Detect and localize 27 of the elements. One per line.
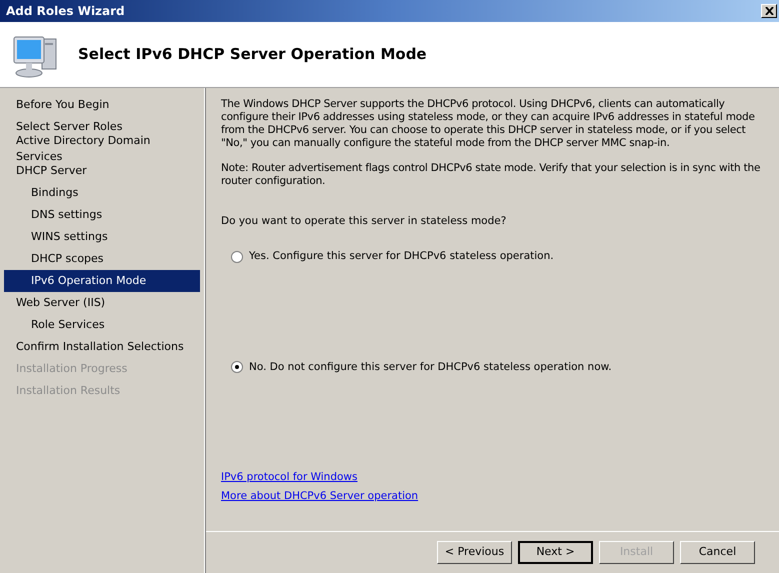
sidebar-item[interactable]: WINS settings [4,226,200,248]
close-button[interactable] [761,4,777,18]
note-text: Note: Router advertisement flags control DHCPv6 state mode. Verify that your selection is in sync with the router configuration. [221,162,762,188]
page-title: Select IPv6 DHCP Server Operation Mode [78,44,427,66]
help-link[interactable]: IPv6 protocol for Windows [221,470,358,486]
wizard-button[interactable]: Cancel [680,541,755,564]
option-label[interactable]: Yes. Configure this server for DHCPv6 stateless operation. [249,248,554,264]
sidebar-item[interactable]: Confirm Installation Selections [4,336,200,358]
window-title: Add Roles Wizard [6,3,125,20]
sidebar-item[interactable]: Before You Begin [4,94,200,116]
sidebar-item[interactable]: Active Directory Domain Services [4,138,200,160]
sidebar-item[interactable]: Bindings [4,182,200,204]
sidebar-item[interactable]: DHCP Server [4,160,200,182]
radio-button[interactable] [231,250,243,263]
close-icon [764,7,774,15]
option-label[interactable]: No. Do not configure this server for DHCPv6 stateless operation now. [249,360,612,376]
sidebar-item[interactable]: DNS settings [4,204,200,226]
wizard-button[interactable]: < Previous [437,541,512,564]
wizard-button[interactable]: Next > [518,541,593,564]
radio-button[interactable] [231,361,243,374]
question-text: Do you want to operate this server in stateless mode? [221,214,508,229]
sidebar-item[interactable]: Role Services [4,314,200,336]
sidebar-item[interactable]: Web Server (IIS) [4,292,200,314]
help-link[interactable]: More about DHCPv6 Server operation [221,489,418,505]
sidebar-item[interactable]: DHCP scopes [4,248,200,270]
description-text: The Windows DHCP Server supports the DHCPv6 protocol. Using DHCPv6, clients can automatically configure their IPv6 addresses using stateless mode, or they can acquire IPv6 addresses in stateful mode from the DHCPv6 server. You can choose to operate this DHCP server in stateless mode, or if you select "No," you can manually configure the stateful mode from the DHCP server MMC snap-in. [221,98,756,150]
sidebar-item[interactable]: IPv6 Operation Mode [4,270,200,292]
